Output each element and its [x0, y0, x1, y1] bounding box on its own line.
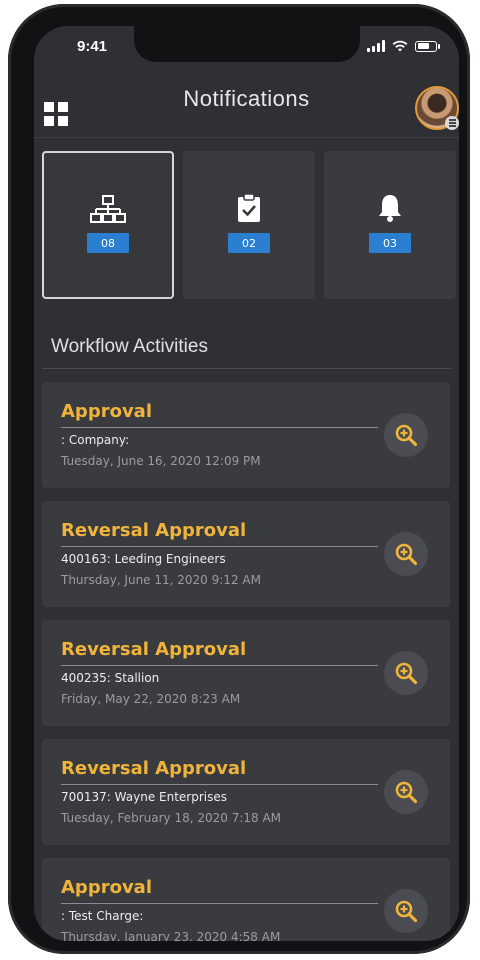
header-divider	[34, 137, 459, 138]
view-details-button[interactable]	[384, 413, 428, 457]
activity-card[interactable]: Reversal Approval 400163: Leeding Engine…	[42, 501, 450, 607]
tile-workflow[interactable]: 08	[42, 151, 174, 299]
activity-card[interactable]: Approval : Test Charge: Thursday, Januar…	[42, 858, 450, 941]
activity-title: Reversal Approval	[61, 639, 247, 660]
activity-card[interactable]: Reversal Approval 700137: Wayne Enterpri…	[42, 739, 450, 845]
notch	[134, 26, 360, 62]
zoom-in-icon	[395, 543, 418, 566]
bell-icon	[379, 195, 401, 222]
activity-subtitle: 700137: Wayne Enterprises	[61, 790, 228, 804]
section-divider	[42, 368, 451, 369]
activity-date: Friday, May 22, 2020 8:23 AM	[61, 692, 241, 706]
view-details-button[interactable]	[384, 770, 428, 814]
signal-icon	[367, 40, 385, 52]
zoom-in-icon	[395, 900, 418, 923]
activity-divider	[61, 427, 378, 428]
app-header: Notifications	[34, 76, 459, 138]
tile-tasks[interactable]: 02	[183, 151, 315, 299]
app-screen: 9:41 Notifications 08 02 03 Workflow Act…	[34, 26, 459, 941]
activity-date: Tuesday, February 18, 2020 7:18 AM	[61, 811, 282, 825]
tile-alerts[interactable]: 03	[324, 151, 456, 299]
summary-tiles: 08 02 03	[42, 151, 456, 299]
network-icon	[90, 195, 126, 223]
activity-divider	[61, 665, 378, 666]
activity-subtitle: : Test Charge:	[61, 909, 144, 923]
activity-card[interactable]: Reversal Approval 400235: Stallion Frida…	[42, 620, 450, 726]
activity-divider	[61, 903, 378, 904]
activity-date: Thursday, June 11, 2020 9:12 AM	[61, 573, 261, 587]
tile-count: 08	[87, 233, 129, 253]
avatar[interactable]	[415, 86, 459, 130]
activity-title: Approval	[61, 877, 152, 898]
activity-date: Thursday, January 23, 2020 4:58 AM	[61, 930, 281, 941]
status-icons	[367, 40, 440, 52]
status-time: 9:41	[77, 38, 108, 55]
zoom-in-icon	[395, 662, 418, 685]
activity-title: Reversal Approval	[61, 758, 247, 779]
view-details-button[interactable]	[384, 651, 428, 695]
view-details-button[interactable]	[384, 889, 428, 933]
activity-subtitle: 400235: Stallion	[61, 671, 160, 685]
tile-count: 02	[228, 233, 270, 253]
view-details-button[interactable]	[384, 532, 428, 576]
activity-date: Tuesday, June 16, 2020 12:09 PM	[61, 454, 261, 468]
activity-title: Reversal Approval	[61, 520, 247, 541]
activity-card[interactable]: Approval : Company: Tuesday, June 16, 20…	[42, 382, 450, 488]
phone-frame: 9:41 Notifications 08 02 03 Workflow Act…	[8, 4, 470, 954]
zoom-in-icon	[395, 424, 418, 447]
zoom-in-icon	[395, 781, 418, 804]
wifi-icon	[392, 40, 408, 52]
battery-icon	[415, 40, 440, 52]
activity-title: Approval	[61, 401, 152, 422]
page-title: Notifications	[183, 86, 310, 111]
section-title: Workflow Activities	[51, 336, 208, 357]
activity-subtitle: 400163: Leeding Engineers	[61, 552, 226, 566]
tile-count: 03	[369, 233, 411, 253]
activity-divider	[61, 546, 378, 547]
activity-subtitle: : Company:	[61, 433, 130, 447]
activity-list: Approval : Company: Tuesday, June 16, 20…	[42, 382, 450, 941]
activity-divider	[61, 784, 378, 785]
clipboard-check-icon	[238, 193, 260, 222]
menu-badge-icon[interactable]	[445, 116, 459, 130]
